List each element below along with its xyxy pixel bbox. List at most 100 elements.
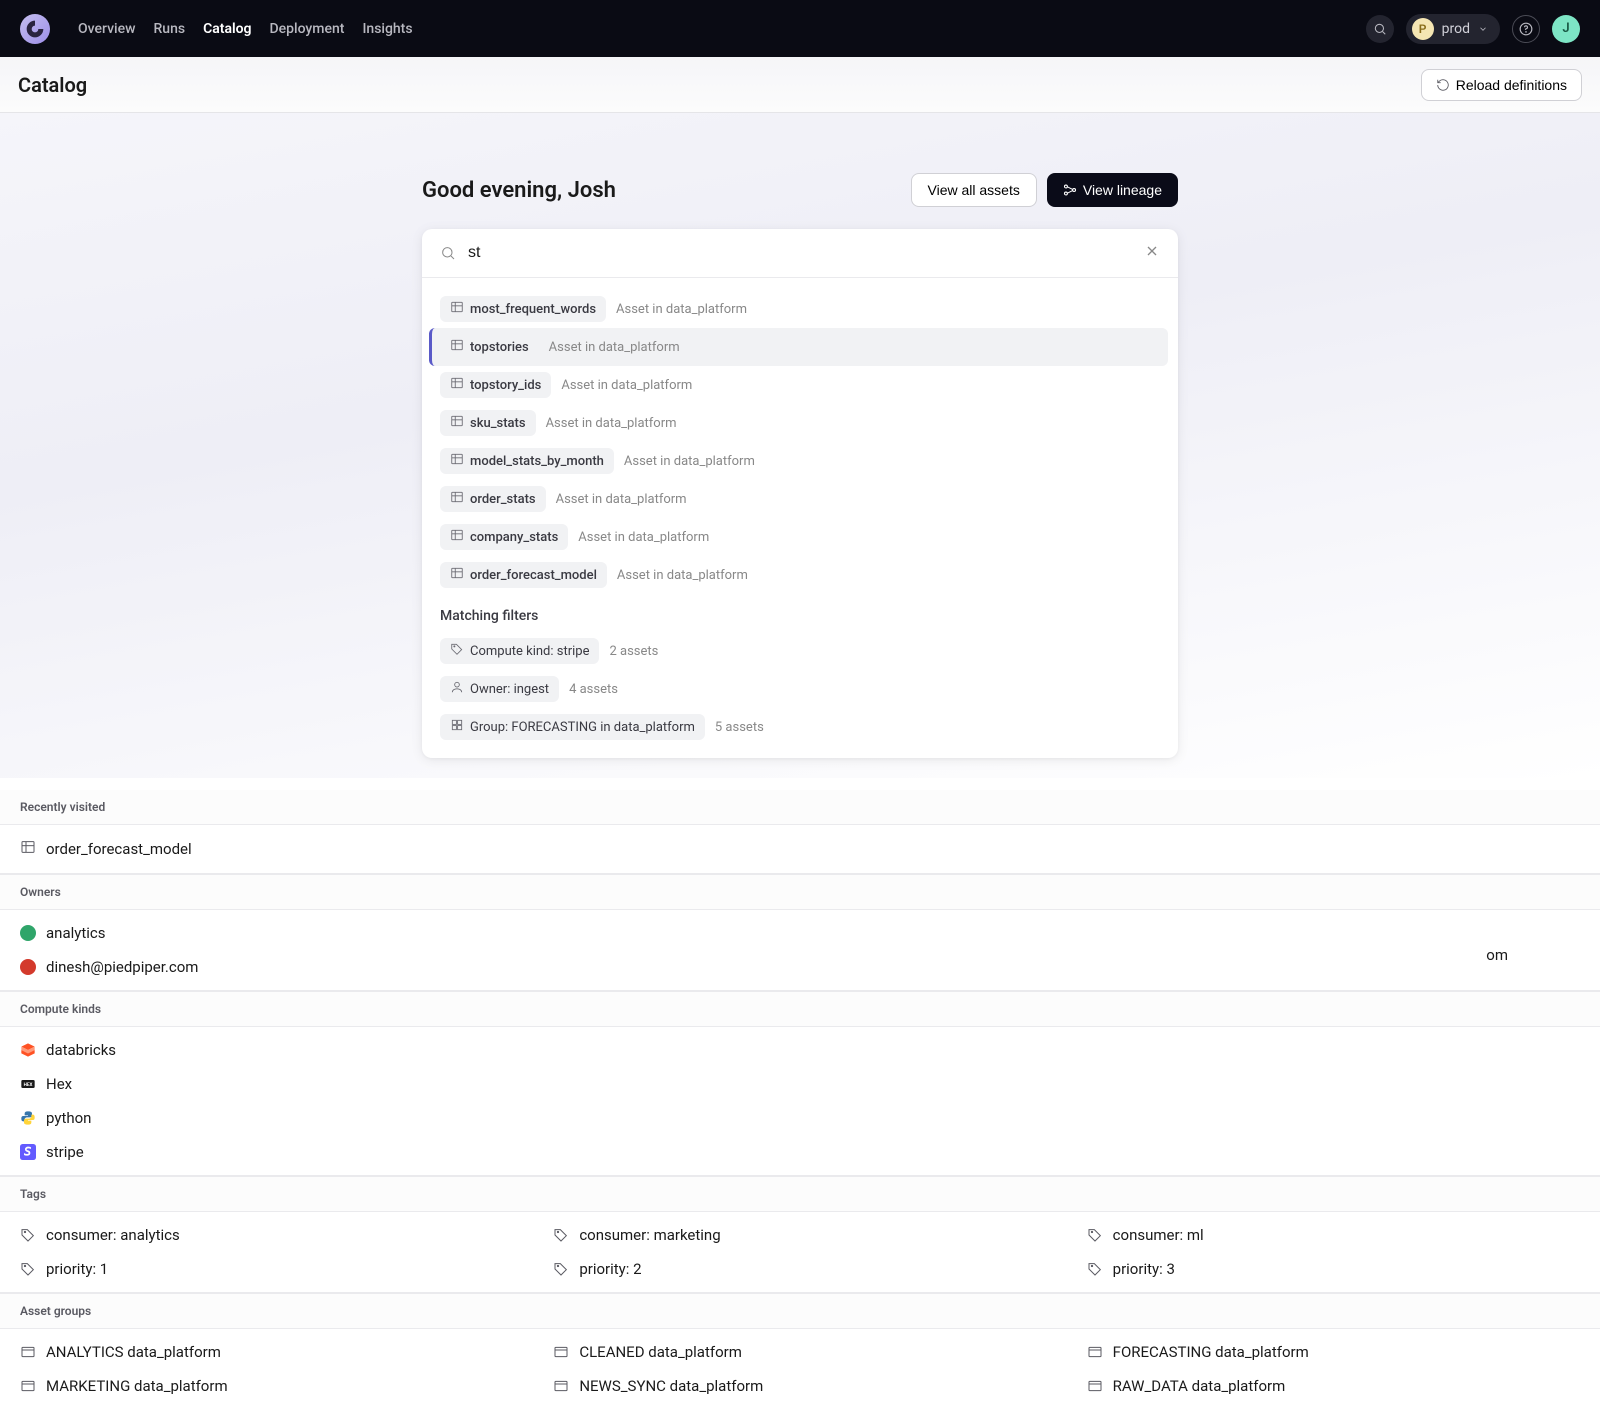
section-tags-heading: Tags	[0, 1176, 1600, 1212]
filter-chip: Group: FORECASTING in data_platform	[440, 714, 705, 740]
owner-item[interactable]: analytics	[0, 916, 1600, 950]
kind-name: databricks	[46, 1041, 116, 1059]
search-result-item[interactable]: order_forecast_model Asset in data_platf…	[429, 556, 1168, 594]
asset-group-item[interactable]: ANALYTICS data_platform	[0, 1335, 533, 1369]
table-icon	[20, 839, 36, 859]
nav-link-overview[interactable]: Overview	[78, 21, 135, 37]
close-icon	[1144, 243, 1160, 259]
table-icon	[450, 452, 464, 470]
asset-name: most_frequent_words	[470, 302, 596, 317]
search-icon	[1373, 22, 1387, 36]
filter-count: 2 assets	[609, 644, 658, 659]
tag-item[interactable]: priority: 3	[1067, 1252, 1600, 1286]
result-meta: Asset in data_platform	[561, 378, 692, 393]
nav-link-catalog[interactable]: Catalog	[203, 21, 251, 37]
tag-icon	[450, 642, 464, 660]
asset-chip: topstories	[440, 334, 539, 360]
environment-selector[interactable]: P prod	[1406, 14, 1500, 44]
asset-group-item[interactable]: NEWS_SYNC data_platform	[533, 1369, 1066, 1403]
compute-kind-item[interactable]: HEXHex	[0, 1067, 1600, 1101]
svg-text:HEX: HEX	[24, 1082, 33, 1088]
search-result-item[interactable]: most_frequent_words Asset in data_platfo…	[429, 290, 1168, 328]
reload-icon	[1436, 78, 1450, 92]
table-icon	[450, 490, 464, 508]
tag-icon	[553, 1261, 569, 1277]
filter-label: Compute kind: stripe	[470, 644, 589, 659]
group-label: ANALYTICS data_platform	[46, 1343, 221, 1361]
kind-name: python	[46, 1109, 91, 1127]
tag-item[interactable]: priority: 1	[0, 1252, 533, 1286]
view-all-assets-button[interactable]: View all assets	[911, 173, 1037, 207]
group-icon	[20, 1344, 36, 1360]
tag-item[interactable]: consumer: ml	[1067, 1218, 1600, 1252]
search-result-item[interactable]: topstories Asset in data_platform	[429, 328, 1168, 366]
nav-link-insights[interactable]: Insights	[362, 21, 412, 37]
recent-name: order_forecast_model	[46, 840, 192, 858]
asset-chip: order_forecast_model	[440, 562, 607, 588]
tag-item[interactable]: priority: 2	[533, 1252, 1066, 1286]
asset-chip: most_frequent_words	[440, 296, 606, 322]
logo[interactable]	[20, 14, 50, 44]
result-meta: Asset in data_platform	[549, 340, 680, 355]
asset-chip: model_stats_by_month	[440, 448, 614, 474]
view-lineage-label: View lineage	[1083, 182, 1162, 198]
search-result-item[interactable]: order_stats Asset in data_platform	[429, 480, 1168, 518]
clear-search-button[interactable]	[1144, 243, 1160, 263]
asset-name: order_stats	[470, 492, 536, 507]
search-result-item[interactable]: company_stats Asset in data_platform	[429, 518, 1168, 556]
user-avatar[interactable]: J	[1552, 15, 1580, 43]
asset-group-item[interactable]: RAW_DATA data_platform	[1067, 1369, 1600, 1403]
asset-search-input[interactable]	[468, 244, 1132, 262]
asset-name: order_forecast_model	[470, 568, 597, 583]
greeting-row: Good evening, Josh View all assets View …	[422, 173, 1178, 207]
compute-kind-item[interactable]: python	[0, 1101, 1600, 1135]
result-meta: Asset in data_platform	[556, 492, 687, 507]
global-search-button[interactable]	[1366, 15, 1394, 43]
filter-count: 4 assets	[569, 682, 618, 697]
nav-link-runs[interactable]: Runs	[153, 21, 185, 37]
owner-dot-icon	[20, 959, 36, 975]
tag-item[interactable]: consumer: marketing	[533, 1218, 1066, 1252]
compute-kind-item[interactable]: stripe	[0, 1135, 1600, 1169]
filter-result-item[interactable]: Group: FORECASTING in data_platform 5 as…	[429, 708, 1168, 746]
view-lineage-button[interactable]: View lineage	[1047, 173, 1178, 207]
search-icon	[440, 245, 456, 261]
nav-links: Overview Runs Catalog Deployment Insight…	[78, 21, 1366, 37]
result-meta: Asset in data_platform	[624, 454, 755, 469]
hex-icon: HEX	[20, 1076, 36, 1092]
asset-group-item[interactable]: MARKETING data_platform	[0, 1369, 533, 1403]
tag-item[interactable]: consumer: analytics	[0, 1218, 533, 1252]
search-result-item[interactable]: topstory_ids Asset in data_platform	[429, 366, 1168, 404]
asset-group-item[interactable]: CLEANED data_platform	[533, 1335, 1066, 1369]
tag-label: consumer: marketing	[579, 1226, 720, 1244]
table-icon	[450, 376, 464, 394]
tag-icon	[1087, 1227, 1103, 1243]
reload-label: Reload definitions	[1456, 77, 1567, 93]
page-header: Catalog Reload definitions	[0, 57, 1600, 113]
lineage-icon	[1063, 183, 1077, 197]
filter-result-item[interactable]: Compute kind: stripe 2 assets	[429, 632, 1168, 670]
compute-kind-item[interactable]: databricks	[0, 1033, 1600, 1067]
filter-result-item[interactable]: Owner: ingest 4 assets	[429, 670, 1168, 708]
table-icon	[450, 566, 464, 584]
search-result-item[interactable]: model_stats_by_month Asset in data_platf…	[429, 442, 1168, 480]
tag-label: consumer: analytics	[46, 1226, 180, 1244]
owner-dot-icon	[20, 925, 36, 941]
group-label: CLEANED data_platform	[579, 1343, 742, 1361]
filter-label: Owner: ingest	[470, 682, 549, 697]
sidebar-sections: Recently visited order_forecast_model Ow…	[0, 778, 1600, 1409]
tag-icon	[553, 1227, 569, 1243]
search-result-item[interactable]: sku_stats Asset in data_platform	[429, 404, 1168, 442]
owner-item[interactable]: dinesh@piedpiper.com	[0, 950, 1600, 984]
recently-visited-item[interactable]: order_forecast_model	[0, 825, 1600, 874]
help-button[interactable]	[1512, 15, 1540, 43]
asset-search-box: most_frequent_words Asset in data_platfo…	[422, 229, 1178, 758]
table-icon	[450, 300, 464, 318]
asset-group-item[interactable]: FORECASTING data_platform	[1067, 1335, 1600, 1369]
group-icon	[20, 1378, 36, 1394]
section-compute-kinds-heading: Compute kinds	[0, 991, 1600, 1027]
nav-link-deployment[interactable]: Deployment	[270, 21, 345, 37]
asset-name: company_stats	[470, 530, 558, 545]
filter-chip: Compute kind: stripe	[440, 638, 599, 664]
reload-definitions-button[interactable]: Reload definitions	[1421, 69, 1582, 101]
